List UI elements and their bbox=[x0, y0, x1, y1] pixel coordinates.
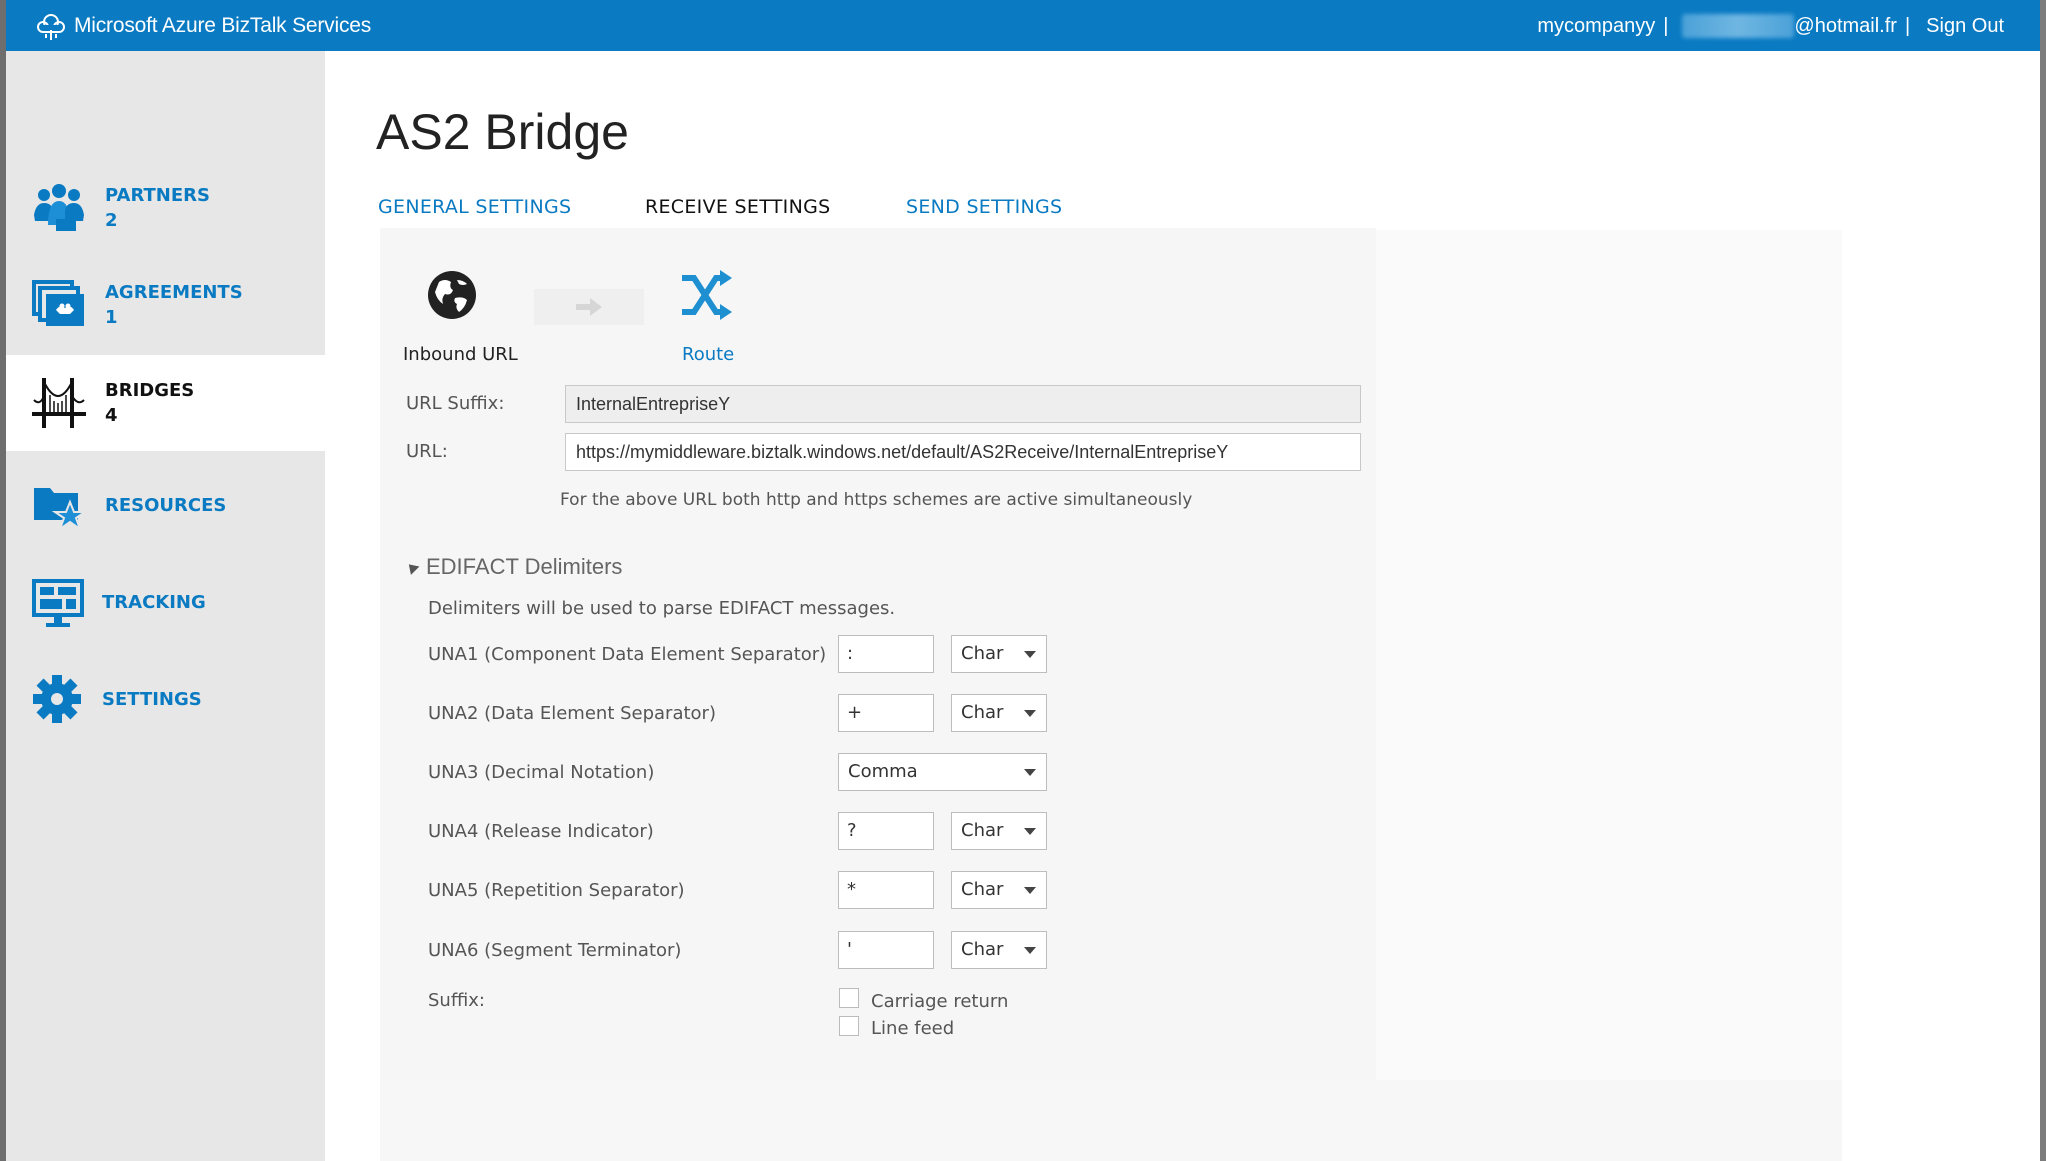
una4-input[interactable]: ? bbox=[838, 812, 934, 850]
select-value: Char bbox=[961, 939, 1004, 960]
url-label: URL: bbox=[406, 441, 448, 462]
una3-select[interactable]: Comma bbox=[838, 753, 1047, 791]
globe-icon[interactable] bbox=[425, 268, 479, 322]
azure-cloud-icon bbox=[37, 14, 65, 40]
nav-label: AGREEMENTS bbox=[105, 282, 243, 303]
select-value: Char bbox=[961, 643, 1004, 664]
app-window: Microsoft Azure BizTalk Services mycompa… bbox=[0, 0, 2046, 1161]
una6-input[interactable]: ' bbox=[838, 931, 934, 969]
carriage-return-label: Carriage return bbox=[871, 991, 1009, 1012]
bottom-panel-area bbox=[380, 1080, 1842, 1161]
una6-label: UNA6 (Segment Terminator) bbox=[428, 940, 682, 961]
sidebar-item-label: TRACKING bbox=[102, 590, 206, 615]
url-field[interactable]: https://mymiddleware.biztalk.windows.net… bbox=[565, 433, 1361, 471]
collapse-triangle-icon bbox=[404, 559, 420, 575]
sidebar-item-label: BRIDGES 4 bbox=[105, 378, 194, 428]
company-name: mycompanyy bbox=[1537, 14, 1656, 37]
inbound-url-label: Inbound URL bbox=[403, 344, 518, 365]
una1-type-select[interactable]: Char bbox=[951, 635, 1047, 673]
brand[interactable]: Microsoft Azure BizTalk Services bbox=[34, 10, 371, 42]
chevron-down-icon bbox=[1024, 651, 1036, 658]
sidebar-item-settings[interactable]: SETTINGS bbox=[6, 651, 325, 747]
carriage-return-checkbox[interactable] bbox=[839, 988, 859, 1008]
nav-count: 1 bbox=[105, 307, 118, 328]
sidebar: PARTNERS 2 AGREEMENTS 1 BRIDGES 4 RESOUR… bbox=[6, 51, 325, 1161]
edifact-section-title: EDIFACT Delimiters bbox=[426, 554, 623, 579]
sidebar-item-agreements[interactable]: AGREEMENTS 1 bbox=[6, 257, 325, 353]
nav-label: SETTINGS bbox=[102, 688, 202, 710]
sidebar-item-label: RESOURCES bbox=[105, 493, 226, 518]
edifact-section-toggle[interactable]: EDIFACT Delimiters bbox=[404, 554, 623, 580]
right-panel-area bbox=[1376, 230, 1842, 1080]
top-bar: Microsoft Azure BizTalk Services mycompa… bbox=[6, 0, 2040, 51]
url-note: For the above URL both http and https sc… bbox=[560, 490, 1193, 510]
una2-label: UNA2 (Data Element Separator) bbox=[428, 703, 716, 724]
nav-label: PARTNERS bbox=[105, 185, 210, 206]
resources-icon bbox=[34, 488, 86, 532]
chevron-down-icon bbox=[1024, 710, 1036, 717]
agreements-icon bbox=[32, 280, 84, 326]
nav-label: RESOURCES bbox=[105, 494, 227, 516]
tab-send-settings[interactable]: SEND SETTINGS bbox=[906, 196, 1062, 218]
tracking-icon bbox=[32, 579, 84, 627]
route-shuffle-icon[interactable] bbox=[680, 268, 734, 322]
una1-input[interactable]: : bbox=[838, 635, 934, 673]
user-info: mycompanyy | @hotmail.fr | Sign Out bbox=[1537, 14, 2004, 38]
chevron-down-icon bbox=[1024, 947, 1036, 954]
separator: | bbox=[1663, 14, 1669, 37]
sidebar-item-label: SETTINGS bbox=[102, 687, 202, 712]
bridge-icon bbox=[32, 378, 86, 428]
una2-type-select[interactable]: Char bbox=[951, 694, 1047, 732]
nav-label: BRIDGES bbox=[105, 380, 195, 401]
chevron-down-icon bbox=[1024, 887, 1036, 894]
email-domain: @hotmail.fr bbox=[1794, 14, 1897, 37]
url-suffix-label: URL Suffix: bbox=[406, 393, 505, 414]
line-feed-label: Line feed bbox=[871, 1018, 955, 1039]
partners-icon bbox=[34, 184, 84, 231]
separator: | bbox=[1904, 14, 1911, 37]
nav-count: 2 bbox=[105, 210, 118, 231]
nav-label: TRACKING bbox=[102, 591, 206, 613]
una5-type-select[interactable]: Char bbox=[951, 871, 1047, 909]
select-value: Char bbox=[961, 820, 1004, 841]
arrow-right-icon bbox=[576, 298, 602, 316]
gear-icon bbox=[33, 675, 81, 723]
edifact-description: Delimiters will be used to parse EDIFACT… bbox=[428, 598, 896, 619]
una4-type-select[interactable]: Char bbox=[951, 812, 1047, 850]
line-feed-checkbox[interactable] bbox=[839, 1016, 859, 1036]
chevron-down-icon bbox=[1024, 828, 1036, 835]
una3-label: UNA3 (Decimal Notation) bbox=[428, 762, 655, 783]
url-suffix-field[interactable]: InternalEntrepriseY bbox=[565, 385, 1361, 423]
sidebar-item-tracking[interactable]: TRACKING bbox=[6, 554, 325, 650]
una6-type-select[interactable]: Char bbox=[951, 931, 1047, 969]
window-right-border bbox=[2040, 0, 2046, 1161]
chevron-down-icon bbox=[1024, 769, 1036, 776]
route-link[interactable]: Route bbox=[682, 344, 734, 365]
una5-input[interactable]: * bbox=[838, 871, 934, 909]
suffix-label: Suffix: bbox=[428, 990, 485, 1011]
blurred-email bbox=[1682, 14, 1795, 38]
sidebar-item-label: AGREEMENTS 1 bbox=[105, 280, 243, 330]
una1-label: UNA1 (Component Data Element Separator) bbox=[428, 644, 827, 665]
nav-count: 4 bbox=[105, 405, 118, 426]
select-value: Char bbox=[961, 879, 1004, 900]
select-value: Char bbox=[961, 702, 1004, 723]
sidebar-item-label: PARTNERS 2 bbox=[105, 183, 210, 233]
page-title: AS2 Bridge bbox=[376, 104, 629, 160]
sign-out-link[interactable]: Sign Out bbox=[1926, 15, 2004, 38]
sidebar-item-resources[interactable]: RESOURCES bbox=[6, 457, 325, 553]
tab-receive-settings[interactable]: RECEIVE SETTINGS bbox=[645, 196, 830, 218]
una2-input[interactable]: + bbox=[838, 694, 934, 732]
sidebar-item-partners[interactable]: PARTNERS 2 bbox=[6, 160, 325, 256]
app-title: Microsoft Azure BizTalk Services bbox=[74, 14, 372, 37]
select-value: Comma bbox=[848, 761, 918, 782]
sidebar-item-bridges[interactable]: BRIDGES 4 bbox=[6, 355, 325, 451]
tab-general-settings[interactable]: GENERAL SETTINGS bbox=[378, 196, 571, 218]
una4-label: UNA4 (Release Indicator) bbox=[428, 821, 654, 842]
una5-label: UNA5 (Repetition Separator) bbox=[428, 880, 685, 901]
